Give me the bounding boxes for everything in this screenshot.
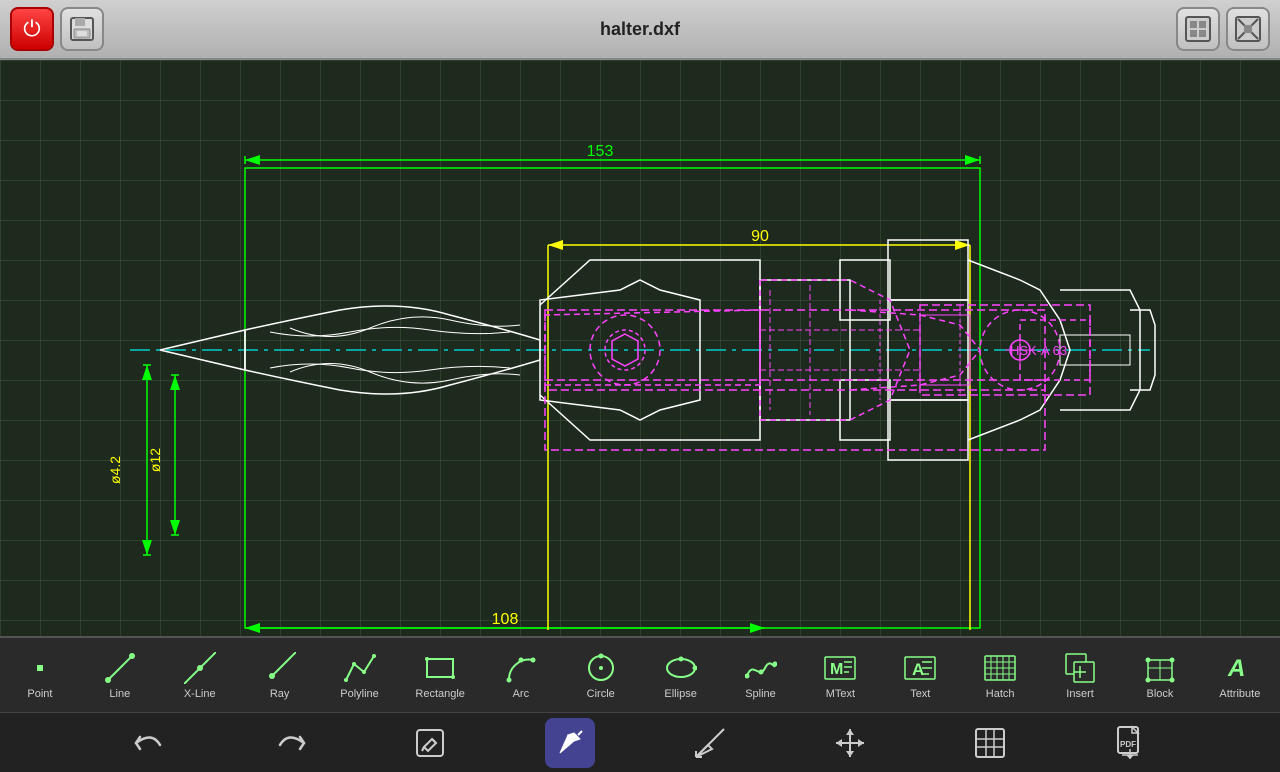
text-label: Text — [910, 688, 930, 700]
zoom-fit-button[interactable] — [1176, 7, 1220, 51]
hatch-label: Hatch — [986, 688, 1015, 700]
measure-button[interactable] — [685, 718, 735, 768]
svg-text:ø12: ø12 — [147, 448, 163, 472]
tool-line[interactable]: Line — [90, 646, 150, 704]
pdf-button[interactable]: PDF — [1105, 718, 1155, 768]
draw-button[interactable] — [545, 718, 595, 768]
xline-icon — [182, 650, 218, 686]
edit-button[interactable] — [405, 718, 455, 768]
grid-button[interactable] — [965, 718, 1015, 768]
canvas-area[interactable]: 153 ø4.2 ø12 108 90 — [0, 60, 1280, 636]
attribute-icon: A — [1222, 650, 1258, 686]
titlebar-right — [1176, 7, 1270, 51]
tool-rectangle[interactable]: Rectangle — [409, 646, 471, 704]
tool-block[interactable]: Block — [1130, 646, 1190, 704]
pan-button[interactable] — [825, 718, 875, 768]
line-icon — [102, 650, 138, 686]
tool-attribute[interactable]: A Attribute — [1210, 646, 1270, 704]
polyline-label: Polyline — [340, 688, 379, 700]
point-label: Point — [27, 688, 52, 700]
tool-ray[interactable]: Ray — [250, 646, 310, 704]
circle-label: Circle — [587, 688, 615, 700]
block-icon — [1142, 650, 1178, 686]
tool-text[interactable]: A Text — [890, 646, 950, 704]
svg-text:ø4.2: ø4.2 — [107, 456, 123, 484]
ray-icon — [262, 650, 298, 686]
mtext-label: MText — [826, 688, 855, 700]
text-icon: A — [902, 650, 938, 686]
titlebar: ⏻ halter.dxf — [0, 0, 1280, 60]
tool-polyline[interactable]: Polyline — [330, 646, 390, 704]
ellipse-icon — [663, 650, 699, 686]
svg-text:A: A — [1227, 655, 1245, 682]
drawing-svg: 153 ø4.2 ø12 108 90 — [0, 60, 1280, 636]
ray-label: Ray — [270, 688, 290, 700]
titlebar-left: ⏻ — [10, 7, 104, 51]
mtext-icon: M — [822, 650, 858, 686]
svg-text:153: 153 — [587, 143, 614, 160]
xline-label: X-Line — [184, 688, 216, 700]
svg-text:M: M — [830, 661, 843, 678]
tool-arc[interactable]: Arc — [491, 646, 551, 704]
tool-spline[interactable]: Spline — [731, 646, 791, 704]
block-label: Block — [1147, 688, 1174, 700]
spline-icon — [743, 650, 779, 686]
svg-text:PDF: PDF — [1120, 740, 1136, 749]
tool-xline[interactable]: X-Line — [170, 646, 230, 704]
svg-text:108: 108 — [492, 611, 519, 628]
tool-ellipse[interactable]: Ellipse — [651, 646, 711, 704]
line-label: Line — [109, 688, 130, 700]
tool-hatch[interactable]: Hatch — [970, 646, 1030, 704]
power-button[interactable]: ⏻ — [10, 7, 54, 51]
svg-text:A: A — [912, 660, 924, 679]
arc-icon — [503, 650, 539, 686]
redo-button[interactable] — [265, 718, 315, 768]
draw-toolbar: Point Line X-Line Ray — [0, 636, 1280, 712]
point-icon — [22, 650, 58, 686]
tool-mtext[interactable]: M MText — [810, 646, 870, 704]
arc-label: Arc — [513, 688, 530, 700]
attribute-label: Attribute — [1219, 688, 1260, 700]
undo-button[interactable] — [125, 718, 175, 768]
ellipse-label: Ellipse — [664, 688, 696, 700]
hatch-icon — [982, 650, 1018, 686]
spline-label: Spline — [745, 688, 776, 700]
rectangle-icon — [422, 650, 458, 686]
polyline-icon — [342, 650, 378, 686]
circle-icon — [583, 650, 619, 686]
action-toolbar: PDF — [0, 712, 1280, 772]
rectangle-label: Rectangle — [415, 688, 465, 700]
insert-icon — [1062, 650, 1098, 686]
insert-label: Insert — [1066, 688, 1094, 700]
svg-text:90: 90 — [751, 228, 769, 245]
tool-point[interactable]: Point — [10, 646, 70, 704]
tool-circle[interactable]: Circle — [571, 646, 631, 704]
save-button[interactable] — [60, 7, 104, 51]
tool-insert[interactable]: Insert — [1050, 646, 1110, 704]
zoom-ext-button[interactable] — [1226, 7, 1270, 51]
file-title: halter.dxf — [600, 19, 680, 40]
